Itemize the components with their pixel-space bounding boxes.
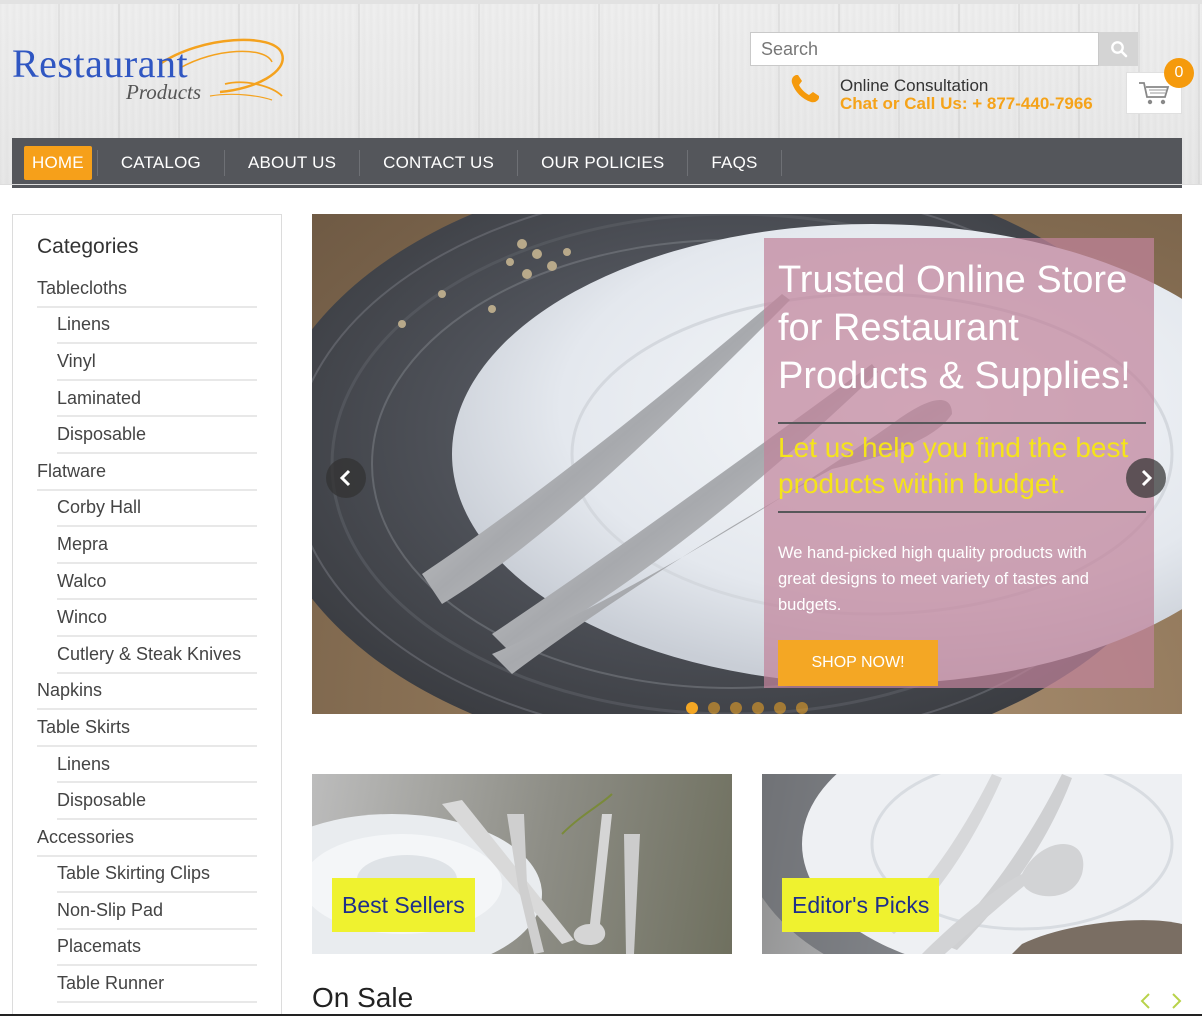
categories-sidebar: Categories Tablecloths Linens Vinyl Lami…	[12, 214, 282, 1016]
sidebar-title: Categories	[37, 235, 139, 258]
subcategory-disposable[interactable]: Disposable	[57, 417, 257, 454]
nav-our-policies[interactable]: OUR POLICIES	[523, 146, 682, 180]
carousel-dot[interactable]	[774, 702, 786, 714]
chevron-right-icon	[1141, 469, 1153, 487]
subcategory-laminated[interactable]: Laminated	[57, 381, 257, 418]
hero-divider	[778, 511, 1146, 513]
category-tablecloths[interactable]: Tablecloths	[37, 271, 257, 308]
nav-separator	[780, 150, 782, 176]
best-sellers-label: Best Sellers	[332, 878, 475, 932]
hero-description: We hand-picked high quality products wit…	[778, 544, 1089, 614]
subcategory-mepra[interactable]: Mepra	[57, 527, 257, 564]
search-button[interactable]	[1099, 32, 1138, 66]
nav-home[interactable]: HOME	[24, 146, 92, 180]
site-logo[interactable]: Restaurant Products	[10, 34, 290, 106]
subcategory-non-slip-pad[interactable]: Non-Slip Pad	[57, 893, 257, 930]
header-divider	[0, 184, 1202, 185]
site-header: Restaurant Products Online Consultation …	[0, 0, 1202, 188]
consultation-title: Online Consultation	[840, 76, 989, 95]
on-sale-prev-button[interactable]	[1136, 990, 1156, 1012]
nav-catalog[interactable]: CATALOG	[103, 146, 219, 180]
hero-divider	[778, 422, 1146, 424]
consultation-phone[interactable]: Chat or Call Us: + 877-440-7966	[840, 94, 1093, 114]
carousel-prev-button[interactable]	[326, 458, 366, 498]
hero-carousel: Trusted Online Store for Restaurant Prod…	[312, 214, 1182, 714]
on-sale-heading: On Sale	[312, 982, 414, 1013]
chevron-left-icon	[1140, 993, 1150, 1009]
nav-separator	[96, 150, 98, 176]
carousel-next-button[interactable]	[1126, 458, 1166, 498]
category-table-skirts[interactable]: Table Skirts	[37, 710, 257, 747]
nav-about-us[interactable]: ABOUT US	[230, 146, 354, 180]
nav-contact-us[interactable]: CONTACT US	[365, 146, 512, 180]
category-napkins[interactable]: Napkins	[37, 674, 257, 711]
subcategory-corby-hall[interactable]: Corby Hall	[57, 491, 257, 528]
hero-promo-panel: Trusted Online Store for Restaurant Prod…	[764, 238, 1154, 688]
subcategory-table-runner[interactable]: Table Runner	[57, 966, 257, 1003]
chevron-right-icon	[1172, 993, 1182, 1009]
nav-separator	[359, 150, 361, 176]
shopping-cart-icon	[1139, 82, 1170, 105]
shop-now-button[interactable]: SHOP NOW!	[778, 640, 938, 686]
carousel-dot[interactable]	[796, 702, 808, 714]
logo-subtitle: Products	[126, 80, 202, 104]
nav-faqs[interactable]: FAQS	[693, 146, 775, 180]
subcategory-winco[interactable]: Winco	[57, 600, 257, 637]
category-accessories[interactable]: Accessories	[37, 820, 257, 857]
carousel-dot[interactable]	[752, 702, 764, 714]
chevron-left-icon	[339, 469, 351, 487]
category-list: Tablecloths Linens Vinyl Laminated Dispo…	[37, 271, 257, 1003]
subcategory-disposable[interactable]: Disposable	[57, 783, 257, 820]
subcategory-walco[interactable]: Walco	[57, 564, 257, 601]
search-icon	[1110, 41, 1127, 58]
subcategory-placemats[interactable]: Placemats	[57, 930, 257, 967]
phone-icon	[791, 75, 819, 103]
carousel-dot[interactable]	[708, 702, 720, 714]
subcategory-linens[interactable]: Linens	[57, 747, 257, 784]
carousel-dot[interactable]	[686, 702, 698, 714]
subcategory-cutlery-steak-knives[interactable]: Cutlery & Steak Knives	[57, 637, 257, 674]
subcategory-table-skirting-clips[interactable]: Table Skirting Clips	[57, 857, 257, 894]
cart-count-badge: 0	[1164, 58, 1194, 88]
on-sale-next-button[interactable]	[1166, 990, 1186, 1012]
carousel-dot[interactable]	[730, 702, 742, 714]
editors-picks-label: Editor's Picks	[782, 878, 940, 932]
nav-separator	[687, 150, 689, 176]
subcategory-linens[interactable]: Linens	[57, 308, 257, 345]
category-flatware[interactable]: Flatware	[37, 454, 257, 491]
hero-subtitle: Let us help you find the best products w…	[778, 432, 1129, 499]
carousel-indicators	[686, 702, 808, 714]
nav-separator	[517, 150, 519, 176]
best-sellers-tile[interactable]: Best Sellers	[312, 774, 732, 954]
search-bar	[750, 32, 1138, 66]
nav-separator	[223, 150, 225, 176]
editors-picks-tile[interactable]: Editor's Picks	[762, 774, 1182, 954]
search-input[interactable]	[750, 32, 1099, 66]
subcategory-vinyl[interactable]: Vinyl	[57, 344, 257, 381]
main-nav: HOME CATALOG ABOUT US CONTACT US OUR POL…	[12, 138, 1182, 188]
hero-title: Trusted Online Store for Restaurant Prod…	[778, 259, 1131, 397]
